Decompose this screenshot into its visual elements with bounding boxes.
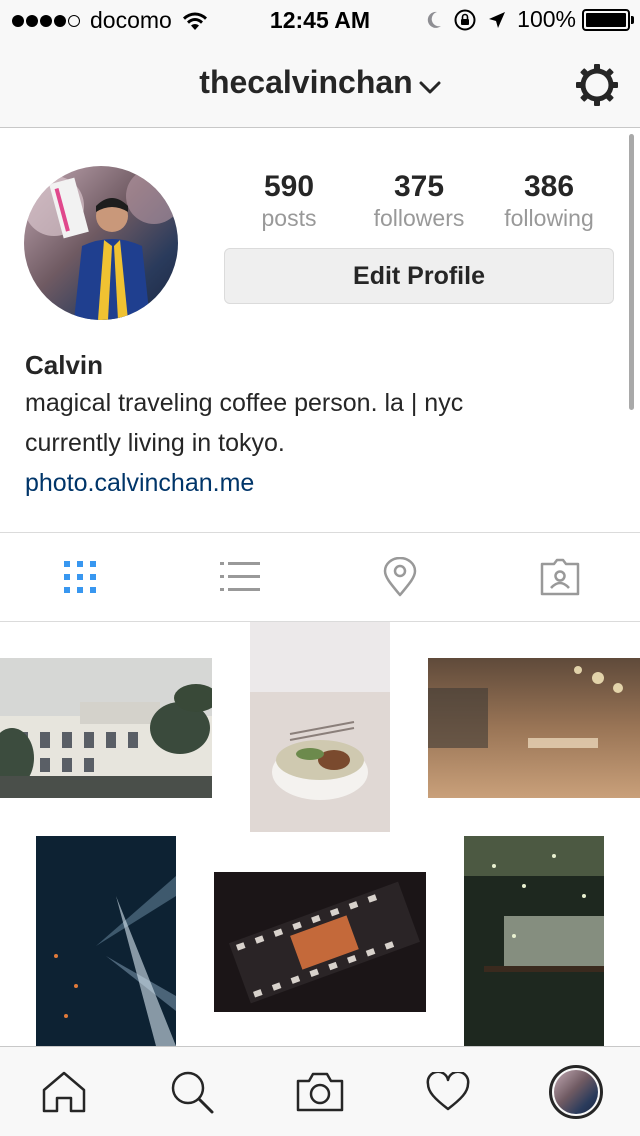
grid-photo[interactable]: [250, 622, 390, 832]
account-switcher[interactable]: thecalvinchan: [0, 64, 640, 103]
profile-stats: 590 posts 375 followers 386 following: [224, 170, 614, 232]
battery-percent: 100%: [517, 6, 576, 32]
profile-avatar[interactable]: [24, 166, 178, 320]
location-pin-icon: [383, 557, 417, 597]
bio-line: currently living in tokyo.: [25, 429, 285, 457]
profile-view-tabs: [0, 532, 640, 622]
tab-search[interactable]: [128, 1047, 256, 1136]
moon-icon: [425, 10, 443, 30]
following-count: 386: [523, 170, 575, 203]
location-arrow-icon: [487, 10, 507, 30]
search-icon: [171, 1071, 214, 1113]
tab-tagged[interactable]: [480, 533, 640, 621]
stat-followers[interactable]: 375 followers: [354, 170, 484, 232]
bottom-tab-bar: [0, 1046, 640, 1136]
edit-profile-button[interactable]: Edit Profile: [224, 248, 614, 304]
posts-label: posts: [261, 205, 317, 231]
photo-grid: [0, 622, 640, 1046]
nav-bar: thecalvinchan: [0, 40, 640, 128]
profile-name: Calvin: [25, 350, 104, 380]
battery-icon: [582, 8, 634, 31]
posts-count: 590: [263, 170, 315, 203]
stat-posts[interactable]: 590 posts: [224, 170, 354, 232]
bio-line: magical traveling coffee person. la | ny…: [25, 389, 464, 417]
tab-home[interactable]: [0, 1047, 128, 1136]
rotation-lock-icon: [453, 8, 477, 32]
tab-grid[interactable]: [0, 533, 160, 621]
tagged-photos-icon: [540, 558, 580, 596]
scroll-indicator: [629, 134, 634, 410]
profile-avatar[interactable]: [549, 1064, 603, 1119]
status-right: 100%: [415, 6, 634, 33]
tab-list[interactable]: [160, 533, 320, 621]
tab-activity[interactable]: [384, 1047, 512, 1136]
profile-bio: Calvin magical traveling coffee person. …: [25, 347, 605, 503]
home-icon: [42, 1071, 86, 1112]
gear-icon[interactable]: [574, 62, 620, 108]
heart-icon: [426, 1071, 470, 1110]
grid-photo[interactable]: [214, 872, 426, 1012]
tab-location[interactable]: [320, 533, 480, 621]
chevron-down-icon[interactable]: [419, 66, 441, 103]
profile-link[interactable]: photo.calvinchan.me: [25, 463, 605, 503]
following-label: following: [504, 205, 594, 231]
followers-count: 375: [393, 170, 445, 203]
camera-icon: [296, 1072, 344, 1111]
stat-following[interactable]: 386 following: [484, 170, 614, 232]
grid-photo[interactable]: [0, 658, 212, 798]
tab-profile[interactable]: [512, 1047, 640, 1136]
status-bar: docomo 12:45 AM 100%: [0, 0, 640, 40]
followers-label: followers: [373, 205, 465, 231]
list-view-icon: [220, 562, 260, 591]
username-title[interactable]: thecalvinchan: [199, 64, 412, 100]
grid-photo[interactable]: [464, 836, 604, 1046]
grid-view-icon: [64, 561, 96, 593]
grid-photo[interactable]: [36, 836, 176, 1046]
tab-camera[interactable]: [256, 1047, 384, 1136]
grid-photo[interactable]: [428, 658, 640, 798]
